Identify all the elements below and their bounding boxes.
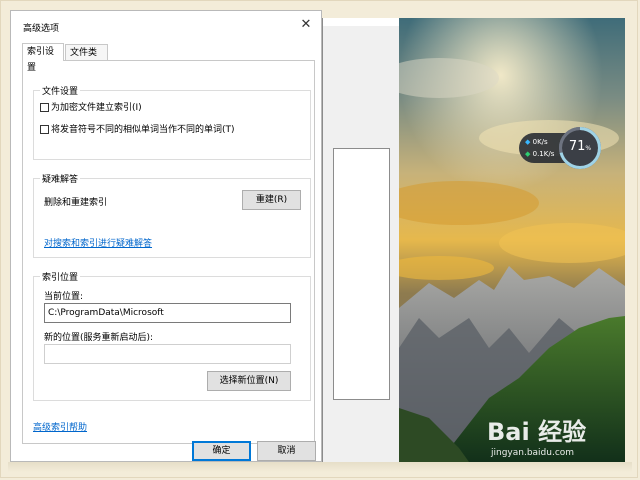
dialog-titlebar[interactable]: 高级选项 ✕ xyxy=(11,11,321,41)
usage-unit: % xyxy=(585,145,592,152)
tab-file-types[interactable]: 文件类型 xyxy=(65,44,108,74)
index-location-group: 索引位置 当前位置: C:\ProgramData\Microsoft 新的位置… xyxy=(33,270,311,401)
rebuild-button[interactable]: 重建(R) xyxy=(242,190,301,210)
current-location-field: C:\ProgramData\Microsoft xyxy=(44,303,291,323)
watermark-logo-text: Bai 经验 xyxy=(487,418,587,446)
new-location-field xyxy=(44,344,291,364)
select-new-location-button[interactable]: 选择新位置(N) xyxy=(207,371,291,391)
dialog-title: 高级选项 xyxy=(23,24,60,34)
encrypted-files-label: 为加密文件建立索引(I) xyxy=(51,103,142,113)
index-location-title: 索引位置 xyxy=(40,270,81,283)
file-settings-group: 文件设置 为加密文件建立索引(I) 将发音符号不同的相似单词当作不同的单词(T) xyxy=(33,84,311,160)
advanced-options-dialog: 高级选项 ✕ 索引设置 文件类型 文件设置 为加密文件建立索引(I) 将发音符号… xyxy=(10,10,322,462)
tab-index-settings[interactable]: 索引设置 xyxy=(22,43,64,73)
encrypted-files-checkbox[interactable] xyxy=(40,103,49,112)
ok-button[interactable]: 确定 xyxy=(192,441,251,461)
background-window-top xyxy=(323,18,400,26)
gauge-label: 71% xyxy=(562,139,598,154)
troubleshooting-group: 疑难解答 删除和重建索引 重建(R) 对搜索和索引进行疑难解答 xyxy=(33,172,311,258)
file-settings-title: 文件设置 xyxy=(40,84,81,97)
cancel-button[interactable]: 取消 xyxy=(257,441,316,461)
frame-shadow xyxy=(8,462,632,472)
background-window-panel xyxy=(333,148,390,400)
rebuild-index-text: 删除和重建索引 xyxy=(44,198,108,208)
advanced-indexing-help-link[interactable]: 高级索引帮助 xyxy=(33,420,87,433)
troubleshooting-title: 疑难解答 xyxy=(40,172,81,185)
desktop-wallpaper xyxy=(399,18,625,462)
background-window xyxy=(322,18,400,462)
current-location-label: 当前位置: xyxy=(44,292,84,302)
download-speed: ◆ 0.1K/s xyxy=(525,150,554,158)
baidu-jingyan-watermark: Bai 经验 jingyan.baidu.com xyxy=(487,412,617,462)
upload-arrow-icon: ◆ xyxy=(525,138,531,146)
upload-speed: ◆ 0K/s xyxy=(525,138,548,146)
mountain-landscape-image xyxy=(399,18,625,462)
troubleshoot-search-link[interactable]: 对搜索和索引进行疑难解答 xyxy=(44,236,152,249)
diacritics-option[interactable]: 将发音符号不同的相似单词当作不同的单词(T) xyxy=(40,124,235,136)
network-speed-widget[interactable]: ◆ 0K/s ◆ 0.1K/s 71% xyxy=(519,127,615,171)
memory-usage-gauge: 71% xyxy=(559,127,601,169)
download-arrow-icon: ◆ xyxy=(525,150,531,158)
diacritics-checkbox[interactable] xyxy=(40,125,49,134)
diacritics-label: 将发音符号不同的相似单词当作不同的单词(T) xyxy=(51,125,235,135)
index-settings-pane: 文件设置 为加密文件建立索引(I) 将发音符号不同的相似单词当作不同的单词(T)… xyxy=(22,60,315,444)
usage-number: 71 xyxy=(568,139,586,154)
upload-speed-value: 0K/s xyxy=(532,138,548,146)
watermark-url: jingyan.baidu.com xyxy=(491,448,575,458)
close-icon[interactable]: ✕ xyxy=(295,15,317,35)
new-location-label: 新的位置(服务重新启动后): xyxy=(44,333,154,343)
encrypted-files-option[interactable]: 为加密文件建立索引(I) xyxy=(40,102,142,114)
download-speed-value: 0.1K/s xyxy=(532,150,555,158)
